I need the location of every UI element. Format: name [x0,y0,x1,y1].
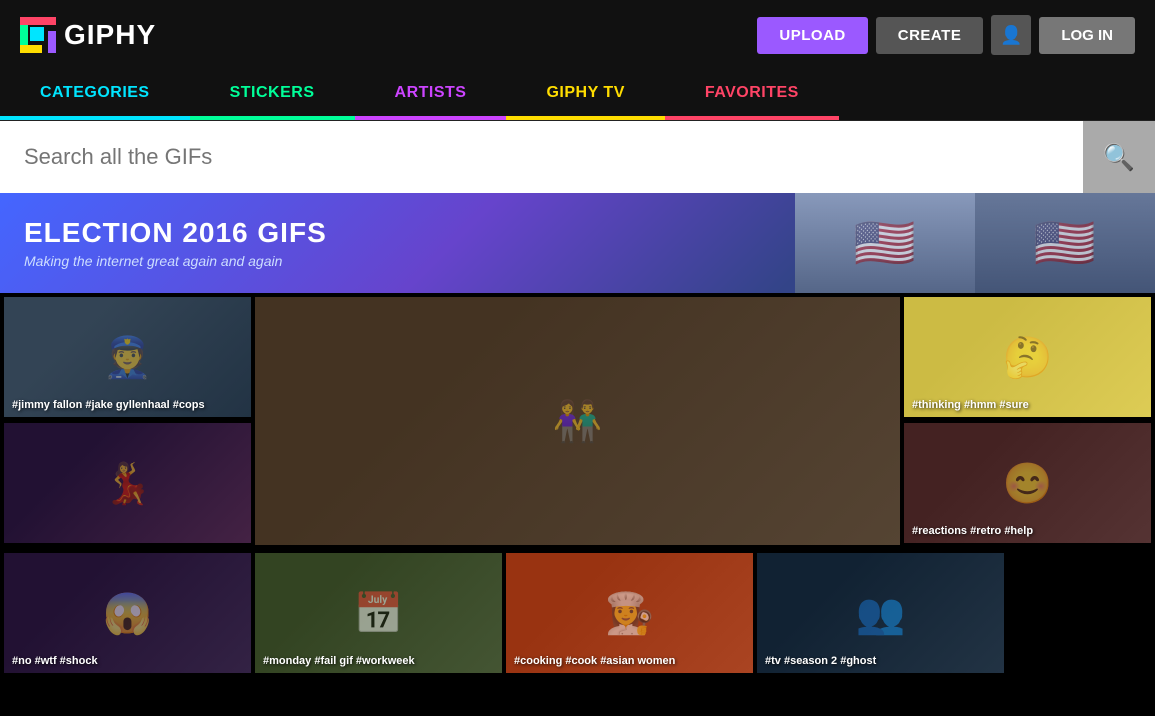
gif-cooking-tags: #cooking #cook #asian women [514,655,675,667]
logo-text: GIPHY [64,19,156,51]
search-input[interactable] [0,121,1083,193]
banner-subtitle: Making the internet great again and agai… [24,253,327,269]
banner-text: ELECTION 2016 GIFS Making the internet g… [24,217,327,269]
gif-drag[interactable]: 💃 [4,423,251,543]
banner-hillary-image: 🇺🇸 [975,193,1155,293]
gif-couple[interactable]: 👫 [255,297,900,545]
banner-title: ELECTION 2016 GIFS [24,217,327,249]
giphy-logo-icon [20,17,56,53]
gif-shock[interactable]: 😱 #no #wtf #shock [4,553,251,673]
gif-thinking[interactable]: 🤔 #thinking #hmm #sure [904,297,1151,417]
search-bar: 🔍 [0,121,1155,193]
gif-police-tags: #jimmy fallon #jake gyllenhaal #cops [12,399,205,411]
create-button[interactable]: CREATE [876,17,984,54]
election-banner[interactable]: ELECTION 2016 GIFS Making the internet g… [0,193,1155,293]
header-actions: UPLOAD CREATE 👤 LOG IN [757,15,1135,55]
gif-retro[interactable]: 😊 #reactions #retro #help [904,423,1151,543]
banner-images: 🇺🇸 🇺🇸 [795,193,1155,293]
gif-police[interactable]: 👮 #jimmy fallon #jake gyllenhaal #cops [4,297,251,417]
gif-thinking-tags: #thinking #hmm #sure [912,399,1029,411]
logo-area: GIPHY [20,17,156,53]
gif-monday[interactable]: 📅 #monday #fail gif #workweek [255,553,502,673]
gif-shock-tags: #no #wtf #shock [12,655,98,667]
login-button[interactable]: LOG IN [1039,17,1135,54]
search-icon: 🔍 [1103,142,1135,173]
gif-ghost[interactable]: 👥 #tv #season 2 #ghost [757,553,1004,673]
gif-retro-tags: #reactions #retro #help [912,525,1033,537]
banner-trump-image: 🇺🇸 [795,193,975,293]
nav-favorites[interactable]: FAVORITES [665,70,839,120]
gif-bottom-row: 😱 #no #wtf #shock 📅 #monday #fail gif #w… [0,553,1155,677]
avatar-button[interactable]: 👤 [991,15,1031,55]
gif-cooking[interactable]: 👩‍🍳 #cooking #cook #asian women [506,553,753,673]
upload-button[interactable]: UPLOAD [757,17,867,54]
gif-grid: 👮 #jimmy fallon #jake gyllenhaal #cops 👫… [0,293,1155,553]
gif-couple-content: 👫 [255,297,900,545]
header: GIPHY UPLOAD CREATE 👤 LOG IN [0,0,1155,70]
nav: CATEGORIES STICKERS ARTISTS GIPHY TV FAV… [0,70,1155,121]
nav-artists[interactable]: ARTISTS [355,70,507,120]
gif-monday-tags: #monday #fail gif #workweek [263,655,415,667]
nav-stickers[interactable]: STICKERS [190,70,355,120]
person-icon: 👤 [1000,25,1022,46]
search-button[interactable]: 🔍 [1083,121,1155,193]
nav-giphytv[interactable]: GIPHY TV [506,70,664,120]
nav-categories[interactable]: CATEGORIES [0,70,190,120]
gif-ghost-tags: #tv #season 2 #ghost [765,655,876,667]
gif-drag-content: 💃 [4,423,251,543]
